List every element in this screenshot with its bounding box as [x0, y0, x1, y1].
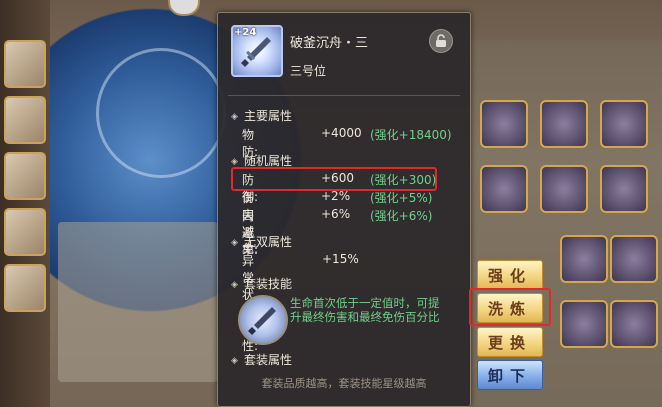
- replace-button[interactable]: 更换: [477, 327, 543, 357]
- hero-stats-panel: [58, 222, 218, 382]
- diamond-icon: ◈: [231, 238, 238, 248]
- divider: [228, 95, 460, 96]
- equipment-tooltip: +24 破釜沉舟・三 三号位 ◈ 主要属性 物 防: +4000 (强化+1840…: [217, 12, 471, 407]
- lock-icon: [436, 34, 446, 47]
- lock-button[interactable]: [429, 29, 453, 53]
- inventory-slot[interactable]: [610, 235, 658, 283]
- footer-hint: 套装品质越高，套装技能星级越高: [261, 377, 427, 390]
- diamond-icon: ◈: [231, 356, 238, 366]
- diamond-icon: ◈: [231, 112, 238, 122]
- inventory-slot[interactable]: [540, 165, 588, 213]
- equipment-circle: [96, 48, 226, 178]
- unequip-button[interactable]: 卸下: [477, 360, 543, 390]
- set-skill-title: ◈ 套装技能: [231, 277, 293, 291]
- hero-portrait[interactable]: [4, 152, 46, 200]
- sword-icon: [241, 37, 271, 67]
- inventory-slot[interactable]: [540, 100, 588, 148]
- inventory-slot[interactable]: [600, 100, 648, 148]
- set-skill-icon: [238, 295, 288, 345]
- item-icon: +24: [231, 25, 283, 77]
- hero-portrait[interactable]: [4, 40, 46, 88]
- set-skill-description: 生命首次低于一定值时，可提升最终伤害和最终免伤百分比: [290, 296, 440, 324]
- inventory-slot[interactable]: [600, 165, 648, 213]
- main-attr-title: ◈ 主要属性: [231, 109, 293, 123]
- inventory-slot[interactable]: [610, 300, 658, 348]
- hero-portrait[interactable]: [4, 208, 46, 256]
- unique-attr-title: ◈ 无双属性: [231, 235, 293, 249]
- set-attr-title: ◈ 套装属性: [231, 353, 293, 367]
- item-position: 三号位: [290, 64, 327, 78]
- hero-portrait[interactable]: [4, 264, 46, 312]
- inventory-slot[interactable]: [560, 300, 608, 348]
- highlight-box: [469, 288, 551, 326]
- inventory-slot[interactable]: [560, 235, 608, 283]
- inventory-slot[interactable]: [480, 165, 528, 213]
- sword-icon: [248, 307, 276, 335]
- strengthen-button[interactable]: 强化: [477, 260, 543, 290]
- item-name: 破釜沉舟・三: [290, 36, 369, 51]
- inventory-slot[interactable]: [480, 100, 528, 148]
- diamond-icon: ◈: [231, 280, 238, 290]
- hero-portrait[interactable]: [4, 96, 46, 144]
- diamond-icon: ◈: [231, 157, 238, 167]
